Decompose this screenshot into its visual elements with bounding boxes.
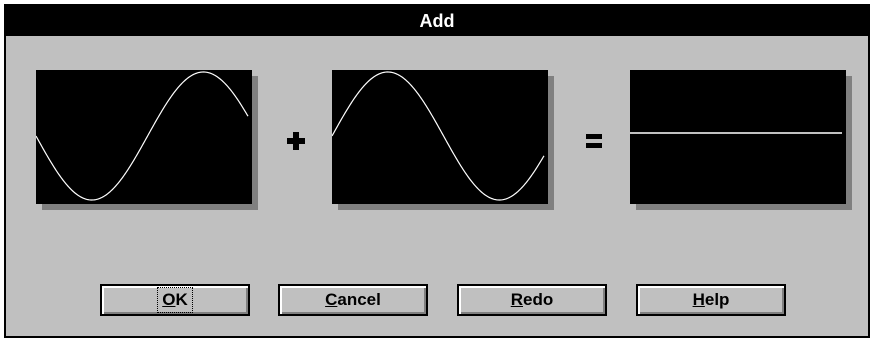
redo-button[interactable]: Redo (457, 284, 607, 316)
equals-icon (586, 134, 602, 148)
waveform-panel-b (332, 70, 554, 210)
scope-result (630, 70, 846, 204)
scope-b (332, 70, 548, 204)
waveform-panel-a (36, 70, 258, 210)
cancel-button[interactable]: Cancel (278, 284, 428, 316)
plus-icon (287, 132, 305, 150)
dialog-title: Add (6, 6, 868, 36)
waveform-a-graph (36, 71, 249, 201)
sine-wave-b (332, 71, 545, 201)
help-button[interactable]: Help (636, 284, 786, 316)
add-dialog: Add OK Cancel Redo Help (4, 4, 870, 338)
waveform-b-graph (332, 71, 545, 201)
result-graph (630, 132, 842, 134)
ok-button[interactable]: OK (100, 284, 250, 316)
sine-wave-a (36, 71, 249, 201)
result-panel (630, 70, 852, 210)
scope-a (36, 70, 252, 204)
